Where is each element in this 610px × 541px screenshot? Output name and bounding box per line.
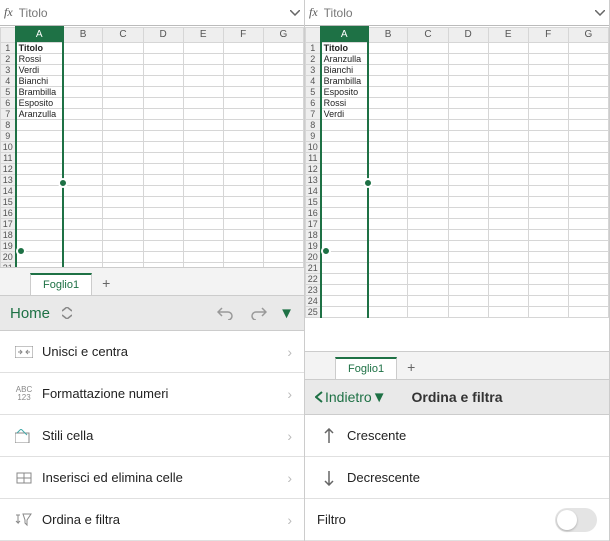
right-pane: fx A B C D E F G 1Titolo 2Aranzulla 3Bia… [305, 0, 610, 541]
chevron-right-icon: › [287, 344, 292, 360]
grid-body[interactable]: 1Titolo 2Aranzulla 3Bianchi 4Brambilla 5… [306, 42, 609, 317]
fx-label: fx [4, 5, 13, 20]
row-merge-center[interactable]: Unisci e centra › [0, 331, 304, 373]
row-number-format[interactable]: ABC123 Formattazione numeri › [0, 373, 304, 415]
row-styles-label: Stili cella [36, 428, 287, 443]
row-sort-asc[interactable]: Crescente [305, 415, 609, 457]
row-insert-delete[interactable]: Inserisci ed elimina celle › [0, 457, 304, 499]
filter-toggle[interactable] [555, 508, 597, 532]
col-header-f[interactable]: F [528, 27, 568, 42]
back-button[interactable]: Indietro [315, 389, 372, 405]
sheet-tabs: Foglio1 + [305, 351, 609, 379]
col-header-b[interactable]: B [368, 27, 408, 42]
row-sort-desc[interactable]: Decrescente [305, 457, 609, 499]
chevron-right-icon: › [287, 512, 292, 528]
formula-dropdown-icon[interactable] [595, 10, 605, 16]
spreadsheet-grid[interactable]: A B C D E F G 1Titolo 2Aranzulla 3Bianch… [305, 26, 609, 351]
sort-filter-icon [12, 513, 36, 527]
col-header-d[interactable]: D [448, 27, 488, 42]
sheet-tab[interactable]: Foglio1 [335, 357, 397, 379]
col-header-g[interactable]: G [568, 27, 608, 42]
corner-cell[interactable] [1, 27, 16, 42]
row-merge-label: Unisci e centra [36, 344, 287, 359]
number-format-icon: ABC123 [12, 386, 36, 402]
col-header-c[interactable]: C [103, 27, 143, 42]
selection-handle-bottom[interactable] [16, 246, 26, 256]
arrow-up-icon [317, 428, 341, 444]
toggle-knob [557, 510, 577, 530]
formula-bar: fx [0, 0, 304, 26]
col-header-a[interactable]: A [16, 27, 63, 42]
redo-icon[interactable] [245, 306, 273, 320]
row-cell-styles[interactable]: Stili cella › [0, 415, 304, 457]
col-header-e[interactable]: E [183, 27, 223, 42]
back-label: Indietro [325, 389, 372, 405]
formula-input[interactable] [19, 6, 290, 20]
column-header-row: A B C D E F G [1, 27, 304, 42]
row-number-label: Formattazione numeri [36, 386, 287, 401]
sheet-tab[interactable]: Foglio1 [30, 273, 92, 295]
collapse-icon[interactable]: ▼ [372, 389, 387, 406]
corner-cell[interactable] [306, 27, 321, 42]
row-insert-label: Inserisci ed elimina celle [36, 470, 287, 485]
chevron-right-icon: › [287, 386, 292, 402]
ribbon-tab-home[interactable]: Home [10, 305, 50, 322]
col-header-f[interactable]: F [223, 27, 263, 42]
grid-body[interactable]: 1Titolo 2Rossi 3Verdi 4Bianchi 5Brambill… [1, 42, 304, 267]
cell-styles-icon [12, 429, 36, 443]
col-header-e[interactable]: E [488, 27, 528, 42]
row-sort-filter[interactable]: Ordina e filtra › [0, 499, 304, 541]
row-asc-label: Crescente [341, 428, 597, 443]
col-header-c[interactable]: C [408, 27, 448, 42]
column-header-row: A B C D E F G [306, 27, 609, 42]
home-toolbar: Home ▼ [0, 295, 304, 331]
sheet-tabs: Foglio1 + [0, 267, 304, 295]
home-menu-list: Unisci e centra › ABC123 Formattazione n… [0, 331, 304, 541]
collapse-icon[interactable]: ▼ [279, 305, 294, 322]
fx-label: fx [309, 5, 318, 20]
row-desc-label: Decrescente [341, 470, 597, 485]
selection-handle-top[interactable] [363, 178, 373, 188]
formula-bar: fx [305, 0, 609, 26]
col-header-g[interactable]: G [263, 27, 303, 42]
chevron-left-icon [315, 391, 323, 403]
selection-handle-bottom[interactable] [321, 246, 331, 256]
formula-input[interactable] [324, 6, 595, 20]
undo-icon[interactable] [211, 306, 239, 320]
spreadsheet-grid[interactable]: A B C D E F G 1Titolo 2Rossi 3Verdi 4Bia… [0, 26, 304, 267]
row-filter[interactable]: Filtro [305, 499, 609, 541]
ribbon-expand-icon[interactable] [56, 307, 78, 319]
chevron-right-icon: › [287, 428, 292, 444]
col-header-d[interactable]: D [143, 27, 183, 42]
sheet-add-button[interactable]: + [397, 355, 425, 379]
row-sort-label: Ordina e filtra [36, 512, 287, 527]
merge-icon [12, 346, 36, 358]
selection-handle-top[interactable] [58, 178, 68, 188]
arrow-down-icon [317, 470, 341, 486]
chevron-right-icon: › [287, 470, 292, 486]
sort-filter-header: Indietro Ordina e filtra ▼ [305, 379, 609, 415]
left-pane: fx A B C D E F G 1Titolo 2Rossi 3Verdi 4… [0, 0, 305, 541]
row-filter-label: Filtro [317, 512, 555, 527]
sort-filter-list: Crescente Decrescente Filtro [305, 415, 609, 541]
sheet-add-button[interactable]: + [92, 271, 120, 295]
col-header-b[interactable]: B [63, 27, 103, 42]
col-header-a[interactable]: A [321, 27, 368, 42]
formula-dropdown-icon[interactable] [290, 10, 300, 16]
insert-delete-icon [12, 471, 36, 485]
panel-title: Ordina e filtra [411, 389, 502, 405]
